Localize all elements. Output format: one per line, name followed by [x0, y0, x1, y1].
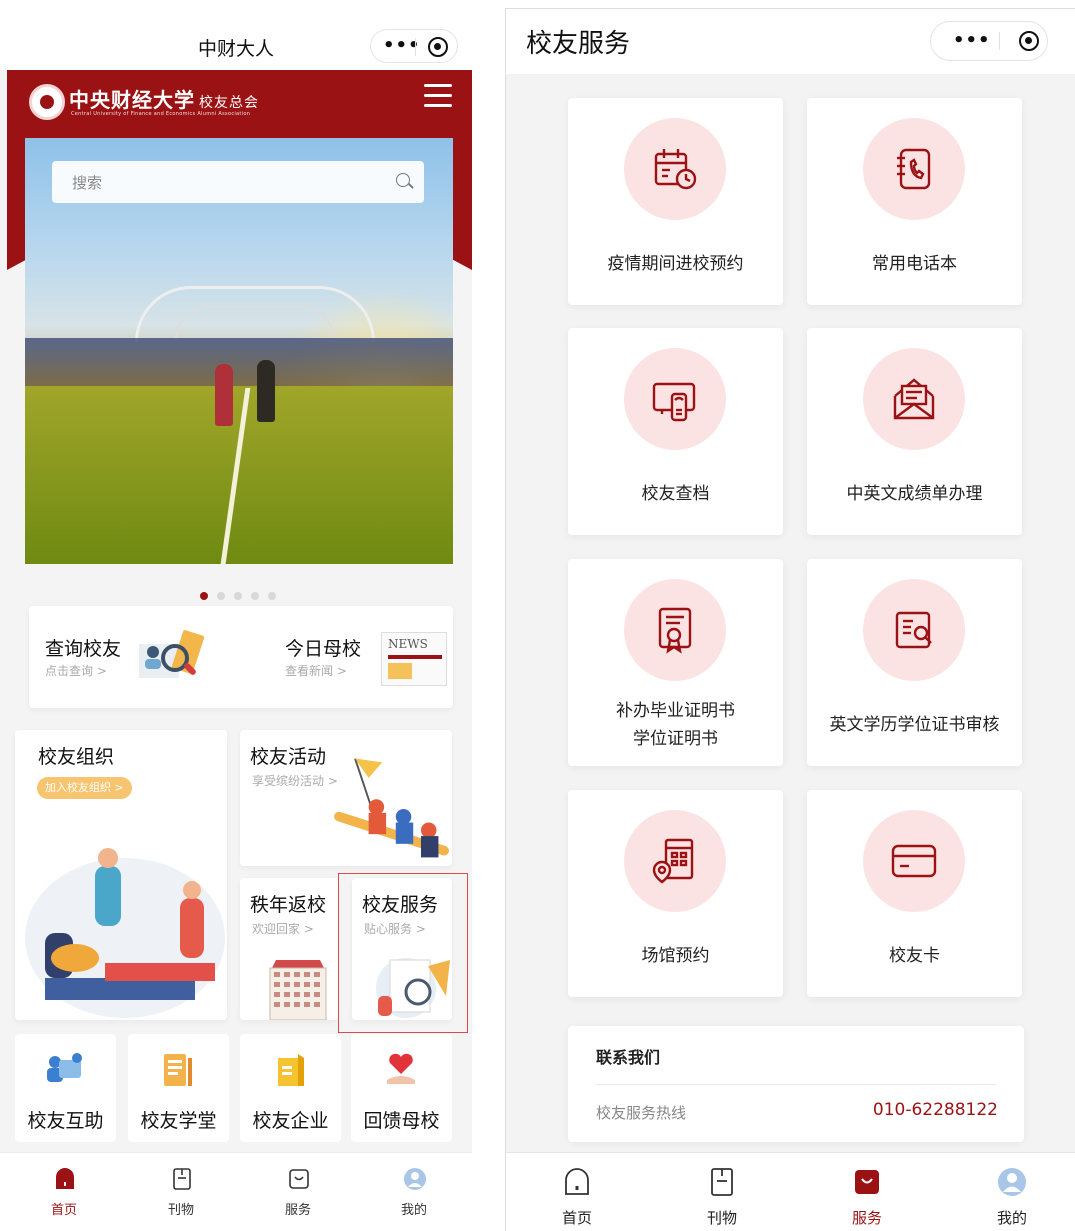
quick-links-card: 查询校友 点击查询 > 今日母校 查看新闻 > NEWS — [29, 606, 453, 708]
left-phone-screen: 中财大人 ••• 中央财经大学 校友总会 Central University o… — [0, 0, 472, 1231]
service-box-icon — [855, 1170, 879, 1194]
flag-riders-illustration — [334, 758, 449, 858]
tab-services[interactable]: 服务 — [796, 1153, 938, 1231]
tab-mine[interactable]: 我的 — [941, 1153, 1075, 1231]
right-nav-bar: 校友服务 ••• — [506, 9, 1075, 74]
return-school-card[interactable]: 秩年返校 欢迎回家 > — [240, 878, 338, 1020]
publication-icon — [173, 1168, 191, 1190]
search-icon — [396, 173, 410, 187]
musicians-illustration — [25, 848, 225, 1018]
contact-title: 联系我们 — [596, 1048, 661, 1067]
alumni-activity-card[interactable]: 校友活动 享受缤纷活动 > — [240, 730, 452, 866]
tab-mine[interactable]: 我的 — [355, 1153, 473, 1231]
service-alumni-card[interactable]: 校友卡 — [807, 790, 1022, 997]
heart-hand-icon — [387, 1053, 415, 1084]
right-nav-title: 校友服务 — [526, 29, 631, 59]
service-phone-book[interactable]: 常用电话本 — [807, 98, 1022, 305]
service-reissue-certificate[interactable]: 补办毕业证明书 学位证明书 — [568, 559, 783, 766]
building-folder-icon — [278, 1054, 304, 1086]
card-icon — [891, 844, 937, 878]
handshake-cards-icon — [47, 1053, 82, 1082]
service-english-degree-review[interactable]: 英文学历学位证书审核 — [807, 559, 1022, 766]
close-target-icon[interactable] — [428, 37, 448, 57]
mini-program-capsule: ••• — [930, 21, 1048, 61]
hotline-label: 校友服务热线 — [596, 1104, 687, 1122]
service-campus-entry-booking[interactable]: 疫情期间进校预约 — [568, 98, 783, 305]
right-phone-screen: 校友服务 ••• 疫情期间进校预约 常用电话本 校友查档 中英文成绩单办理 补办… — [505, 8, 1075, 1231]
service-archive-lookup[interactable]: 校友查档 — [568, 328, 783, 535]
carousel-dot[interactable] — [234, 592, 242, 600]
right-tab-bar: 首页 刊物 服务 我的 — [506, 1152, 1075, 1231]
tile-alumni-mutual-aid[interactable]: 校友互助 — [15, 1034, 116, 1142]
tab-home[interactable]: 首页 — [506, 1153, 648, 1231]
carousel-dot[interactable] — [251, 592, 259, 600]
alumni-organization-card[interactable]: 校友组织 加入校友组织 > — [15, 730, 227, 1020]
service-transcript[interactable]: 中英文成绩单办理 — [807, 328, 1022, 535]
document-search-icon — [895, 611, 932, 649]
carousel-indicator — [200, 585, 285, 600]
left-nav-bar: 中财大人 ••• — [0, 0, 472, 70]
carousel-dot[interactable] — [217, 592, 225, 600]
brand-logo-text: 中央财经大学 校友总会 — [69, 88, 259, 112]
tab-publications[interactable]: 刊物 — [651, 1153, 793, 1231]
contact-us-card: 联系我们 校友服务热线 010-62288122 — [568, 1026, 1024, 1142]
tab-services[interactable]: 服务 — [239, 1153, 357, 1231]
carousel-dot-active[interactable] — [200, 592, 208, 600]
calendar-clock-icon — [654, 149, 697, 190]
more-icon[interactable]: ••• — [953, 31, 991, 51]
magnifier-person-icon — [139, 630, 205, 678]
tab-home[interactable]: 首页 — [5, 1153, 123, 1231]
hamburger-menu-icon[interactable] — [424, 84, 452, 110]
certificate-icon — [658, 607, 692, 654]
mini-program-capsule: ••• — [370, 29, 458, 63]
tile-alumni-academy[interactable]: 校友学堂 — [128, 1034, 229, 1142]
person-figure — [215, 364, 233, 426]
brand-english-name: Central University of Finance and Econom… — [71, 111, 251, 117]
envelope-letter-icon — [893, 378, 935, 420]
left-tab-bar: 首页 刊物 服务 我的 — [0, 1152, 472, 1231]
tile-give-back[interactable]: 回馈母校 — [351, 1034, 452, 1142]
tab-publications[interactable]: 刊物 — [122, 1153, 240, 1231]
document-lines-icon — [164, 1054, 192, 1086]
school-building-icon — [269, 960, 327, 1020]
search-placeholder: 搜索 — [72, 174, 103, 192]
publication-icon — [711, 1168, 733, 1196]
venue-location-icon — [652, 838, 694, 884]
university-seal-icon — [29, 84, 65, 120]
carousel-dot[interactable] — [268, 592, 276, 600]
home-icon — [565, 1168, 589, 1195]
avatar-icon — [998, 1168, 1026, 1196]
divider — [596, 1084, 996, 1085]
join-organization-button[interactable]: 加入校友组织 > — [37, 777, 132, 799]
tile-alumni-enterprise[interactable]: 校友企业 — [240, 1034, 341, 1142]
avatar-icon — [404, 1168, 426, 1190]
archive-terminal-icon — [652, 382, 696, 422]
search-bar[interactable]: 搜索 — [52, 161, 424, 203]
service-venue-booking[interactable]: 场馆预约 — [568, 790, 783, 997]
selection-highlight-box — [338, 873, 468, 1033]
service-box-icon — [289, 1169, 309, 1189]
close-target-icon[interactable] — [1019, 31, 1039, 51]
person-figure — [257, 360, 275, 422]
phonebook-icon — [897, 148, 931, 190]
newspaper-icon: NEWS — [381, 632, 447, 686]
hotline-number[interactable]: 010-62288122 — [873, 1100, 998, 1120]
home-icon — [56, 1168, 74, 1189]
